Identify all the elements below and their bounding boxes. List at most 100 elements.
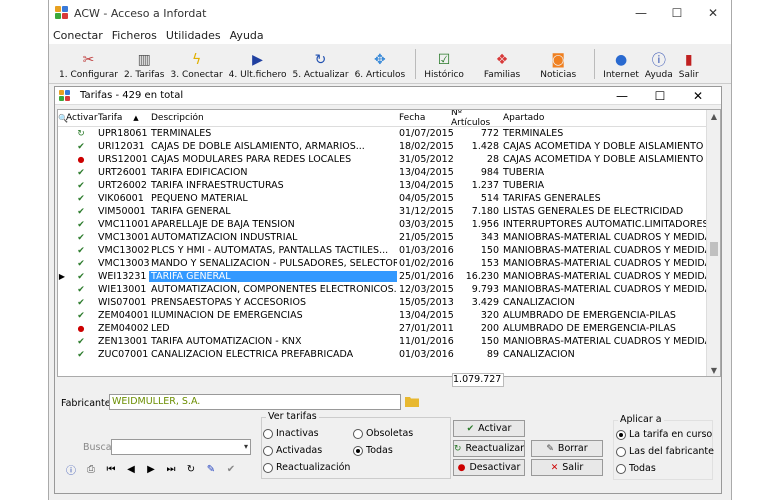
scroll-up-icon[interactable]: ▲: [707, 110, 720, 124]
row-status[interactable]: ✔: [66, 284, 96, 295]
radio-tarifa-en-curso[interactable]: La tarifa en curso: [616, 429, 712, 440]
row-status[interactable]: ✔: [66, 167, 96, 178]
table-row[interactable]: ✔ ZEM04001 ILUMINACIÓN DE EMERGENCIAS 13/04…: [58, 309, 720, 322]
toolbar-ayuda-button[interactable]: ⓘ Ayuda: [645, 51, 673, 83]
check-icon[interactable]: ✔: [77, 259, 85, 269]
row-status[interactable]: ✔: [66, 245, 96, 256]
red-dot-icon[interactable]: ●: [78, 155, 85, 164]
vertical-scrollbar[interactable]: ▲ ▼: [706, 110, 720, 376]
row-status[interactable]: ✔: [66, 349, 96, 360]
check-icon[interactable]: ✔: [77, 181, 85, 191]
table-row[interactable]: ✔ VMC13003 MANDO Y SEÑALIZACIÓN - PULSADOR…: [58, 257, 720, 270]
toolbar-salir-button[interactable]: ▮ Salir: [679, 51, 699, 83]
radio-button[interactable]: [353, 428, 363, 439]
nav-refresh-icon[interactable]: ↻: [181, 464, 201, 475]
chevron-down-icon[interactable]: ▾: [244, 440, 248, 454]
edit-icon[interactable]: ✎: [201, 464, 221, 475]
radio-button[interactable]: [616, 429, 626, 440]
scroll-down-icon[interactable]: ▼: [707, 364, 720, 376]
table-row[interactable]: ✔ VIK06001 PEQUEÑO MATERIAL 04/05/2015 514 TA…: [58, 192, 720, 205]
table-row[interactable]: ✔ URI12031 CAJAS DE DOBLE AISLAMIENTO, ARM…: [58, 140, 720, 153]
menu-ficheros[interactable]: Ficheros: [112, 29, 157, 42]
close-button[interactable]: ✕: [695, 0, 731, 26]
table-row[interactable]: ▶ ✔ WEI13231 TARIFA GENERAL 25/01/2016 16.230…: [58, 270, 720, 283]
table-row[interactable]: ✔ VMC11001 APARELLAJE DE BAJA TENSIÓN 03/03…: [58, 218, 720, 231]
radio-button[interactable]: [263, 445, 273, 456]
table-row[interactable]: ● URS12001 CAJAS MODULARES PARA REDES LOCA…: [58, 153, 720, 166]
check-icon[interactable]: ✔: [77, 194, 85, 204]
tarifas-minimize-button[interactable]: —: [603, 87, 641, 105]
nav-prev-icon[interactable]: ◀: [121, 464, 141, 475]
radio-del-fabricante[interactable]: Las del fabricante: [616, 446, 714, 457]
check-icon[interactable]: ✔: [77, 220, 85, 230]
table-row[interactable]: ✔ VIM50001 TARIFA GENERAL 31/12/2015 7.180 LI…: [58, 205, 720, 218]
row-status[interactable]: ↻: [66, 128, 96, 139]
check-icon[interactable]: ✔: [77, 168, 85, 178]
buscar-combo[interactable]: ▾: [111, 439, 251, 455]
row-status[interactable]: ✔: [66, 206, 96, 217]
nav-next-icon[interactable]: ▶: [141, 464, 161, 475]
reactualizar-button[interactable]: ↻ Reactualizar: [453, 440, 525, 457]
row-status[interactable]: ✔: [66, 180, 96, 191]
toolbar-tarifas-button[interactable]: ▥ 2. Tarifas: [124, 51, 165, 83]
menu-utilidades[interactable]: Utilidades: [166, 29, 221, 42]
check-icon[interactable]: ✔: [77, 142, 85, 152]
check-icon[interactable]: ✔: [77, 337, 85, 347]
radio-button[interactable]: [263, 462, 273, 473]
check-icon[interactable]: ✔: [77, 285, 85, 295]
row-status[interactable]: ✔: [66, 232, 96, 243]
toolbar-configurar-button[interactable]: ✂ 1. Configurar: [59, 51, 118, 83]
search-column-icon[interactable]: 🔍: [58, 114, 68, 123]
col-tarifa[interactable]: Tarifa ▲: [96, 113, 149, 123]
col-activar[interactable]: Activar: [66, 113, 98, 123]
borrar-button[interactable]: ✎ Borrar: [531, 440, 603, 457]
row-status[interactable]: ✔: [66, 219, 96, 230]
radio-button[interactable]: [616, 446, 626, 457]
toolbar-actualizar-button[interactable]: ↻ 5. Actualizar: [292, 51, 348, 83]
check-icon[interactable]: ✔: [77, 311, 85, 321]
tarifas-maximize-button[interactable]: ☐: [641, 87, 679, 105]
row-status[interactable]: ●: [66, 323, 96, 334]
maximize-button[interactable]: ☐: [659, 0, 695, 26]
table-row[interactable]: ↻ UPR18061 TERMINALES 01/07/2015 772 TERMINAL…: [58, 127, 720, 140]
radio-inactivas[interactable]: Inactivas: [263, 428, 319, 439]
radio-reactualizacion[interactable]: Reactualización: [263, 462, 350, 473]
radio-obsoletas[interactable]: Obsoletas: [353, 428, 413, 439]
row-status[interactable]: ●: [66, 154, 96, 165]
col-fecha[interactable]: Fecha: [397, 113, 449, 123]
table-row[interactable]: ✔ URT26002 TARIFA INFRAESTRUCTURAS 13/04/20…: [58, 179, 720, 192]
radio-todas[interactable]: Todas: [353, 445, 393, 456]
col-apartado[interactable]: Apartado: [501, 113, 706, 123]
table-row[interactable]: ✔ WIE13001 AUTOMATIZACIÓN, COMPONENTES ELE…: [58, 283, 720, 296]
radio-button[interactable]: [263, 428, 273, 439]
row-status[interactable]: ✔: [66, 141, 96, 152]
nav-first-icon[interactable]: ⏮: [101, 464, 121, 475]
refresh-icon[interactable]: ↻: [77, 129, 85, 139]
scroll-thumb[interactable]: [710, 242, 718, 256]
minimize-button[interactable]: —: [623, 0, 659, 26]
table-row[interactable]: ✔ URT26001 TARIFA EDIFICACION 13/04/2015 984…: [58, 166, 720, 179]
check-icon[interactable]: ✔: [221, 464, 241, 475]
row-status[interactable]: ✔: [66, 310, 96, 321]
check-icon[interactable]: ✔: [77, 233, 85, 243]
check-icon[interactable]: ✔: [77, 207, 85, 217]
toolbar-noticias-button[interactable]: ◙ Noticias: [540, 51, 576, 83]
table-row[interactable]: ● ZEM04002 LED 27/01/2011 200 ALUMBRADO DE EM…: [58, 322, 720, 335]
check-icon[interactable]: ✔: [77, 298, 85, 308]
folder-icon[interactable]: [405, 396, 419, 407]
check-icon[interactable]: ✔: [77, 246, 85, 256]
radio-button[interactable]: [616, 463, 626, 474]
check-icon[interactable]: ✔: [77, 272, 85, 282]
toolbar-historico-button[interactable]: ☑ Histórico: [424, 51, 464, 83]
fabricante-field[interactable]: WEIDMULLER, S.A.: [109, 394, 401, 410]
desactivar-button[interactable]: ● Desactivar: [453, 459, 525, 476]
table-row[interactable]: ✔ WIS07001 PRENSAESTOPAS Y ACCESORIOS 15/05…: [58, 296, 720, 309]
nav-last-icon[interactable]: ⏭: [161, 464, 181, 475]
radio-aplicar-todas[interactable]: Todas: [616, 463, 656, 474]
table-row[interactable]: ✔ ZUC07001 CANALIZACIÓN ELÉCTRICA PREFABRI…: [58, 348, 720, 361]
row-status[interactable]: ✔: [66, 271, 96, 282]
row-status[interactable]: ✔: [66, 336, 96, 347]
row-status[interactable]: ✔: [66, 297, 96, 308]
menu-ayuda[interactable]: Ayuda: [230, 29, 264, 42]
table-row[interactable]: ✔ ZEN13001 TARIFA AUTOMATIZACIÓN - KNX 11/0…: [58, 335, 720, 348]
